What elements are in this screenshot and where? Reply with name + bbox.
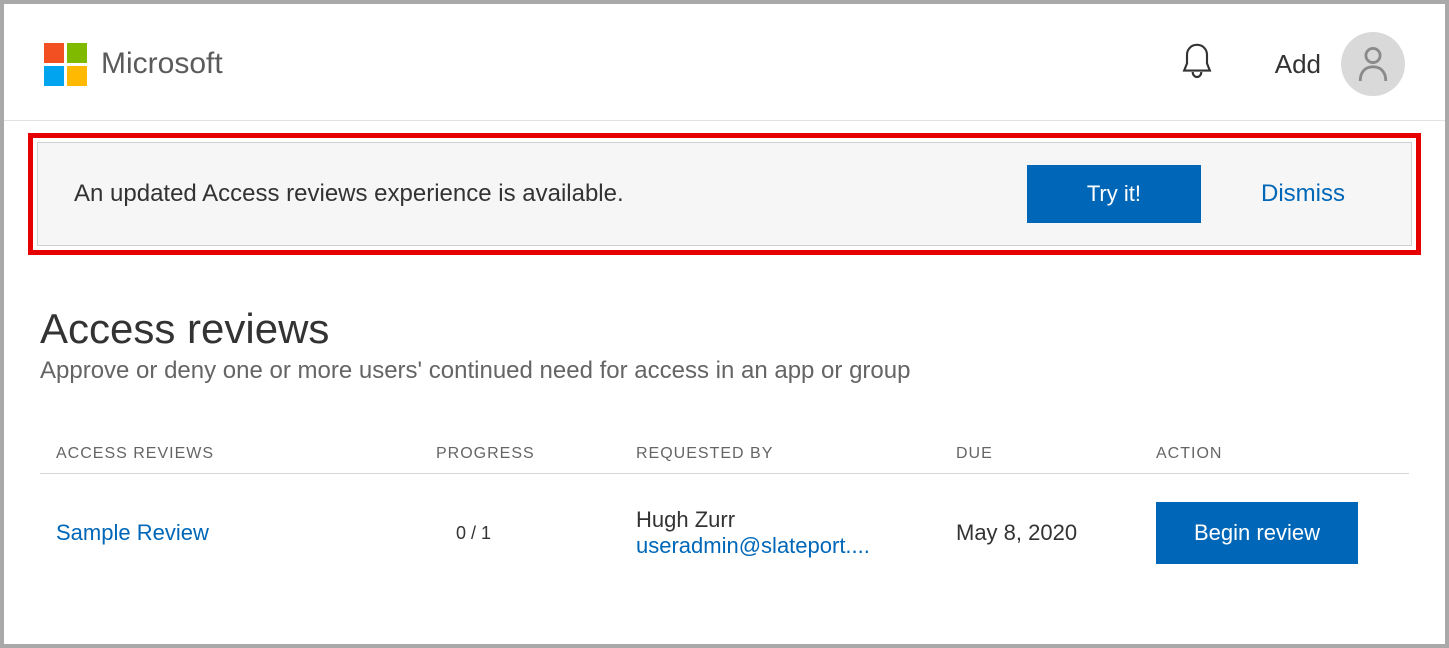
review-due-date: May 8, 2020 [956,520,1077,545]
column-header-requested-by: REQUESTED BY [636,445,956,463]
notification-banner: An updated Access reviews experience is … [37,142,1412,246]
banner-message: An updated Access reviews experience is … [74,180,1007,208]
main-content: Access reviews Approve or deny one or mo… [4,255,1445,564]
access-reviews-table: ACCESS REVIEWS PROGRESS REQUESTED BY DUE… [40,445,1409,564]
column-header-due: DUE [956,445,1156,463]
avatar-icon[interactable] [1341,32,1405,96]
header-actions: Add [1179,32,1405,96]
begin-review-button[interactable]: Begin review [1156,502,1358,564]
column-header-name: ACCESS REVIEWS [56,445,436,463]
brand-text: Microsoft [101,47,223,81]
page-subtitle: Approve or deny one or more users' conti… [40,357,1409,385]
header-bar: Microsoft Add [4,4,1445,121]
brand: Microsoft [44,43,223,86]
microsoft-logo-icon [44,43,87,86]
column-header-progress: PROGRESS [436,445,636,463]
review-name-link[interactable]: Sample Review [56,520,209,545]
column-header-action: ACTION [1156,445,1393,463]
dismiss-button[interactable]: Dismiss [1261,180,1375,208]
requested-by-email-link[interactable]: useradmin@slateport.... [636,533,936,559]
banner-actions: Try it! Dismiss [1027,165,1375,223]
requested-by-name: Hugh Zurr [636,507,956,533]
notification-banner-highlight: An updated Access reviews experience is … [28,133,1421,255]
account-area[interactable]: Add [1275,32,1405,96]
notifications-bell-icon[interactable] [1179,42,1215,87]
table-row: Sample Review 0 / 1 Hugh Zurr useradmin@… [40,474,1409,564]
add-label: Add [1275,49,1321,80]
review-progress: 0 / 1 [436,523,491,543]
try-it-button[interactable]: Try it! [1027,165,1201,223]
table-header-row: ACCESS REVIEWS PROGRESS REQUESTED BY DUE… [40,445,1409,474]
page-title: Access reviews [40,305,1409,353]
